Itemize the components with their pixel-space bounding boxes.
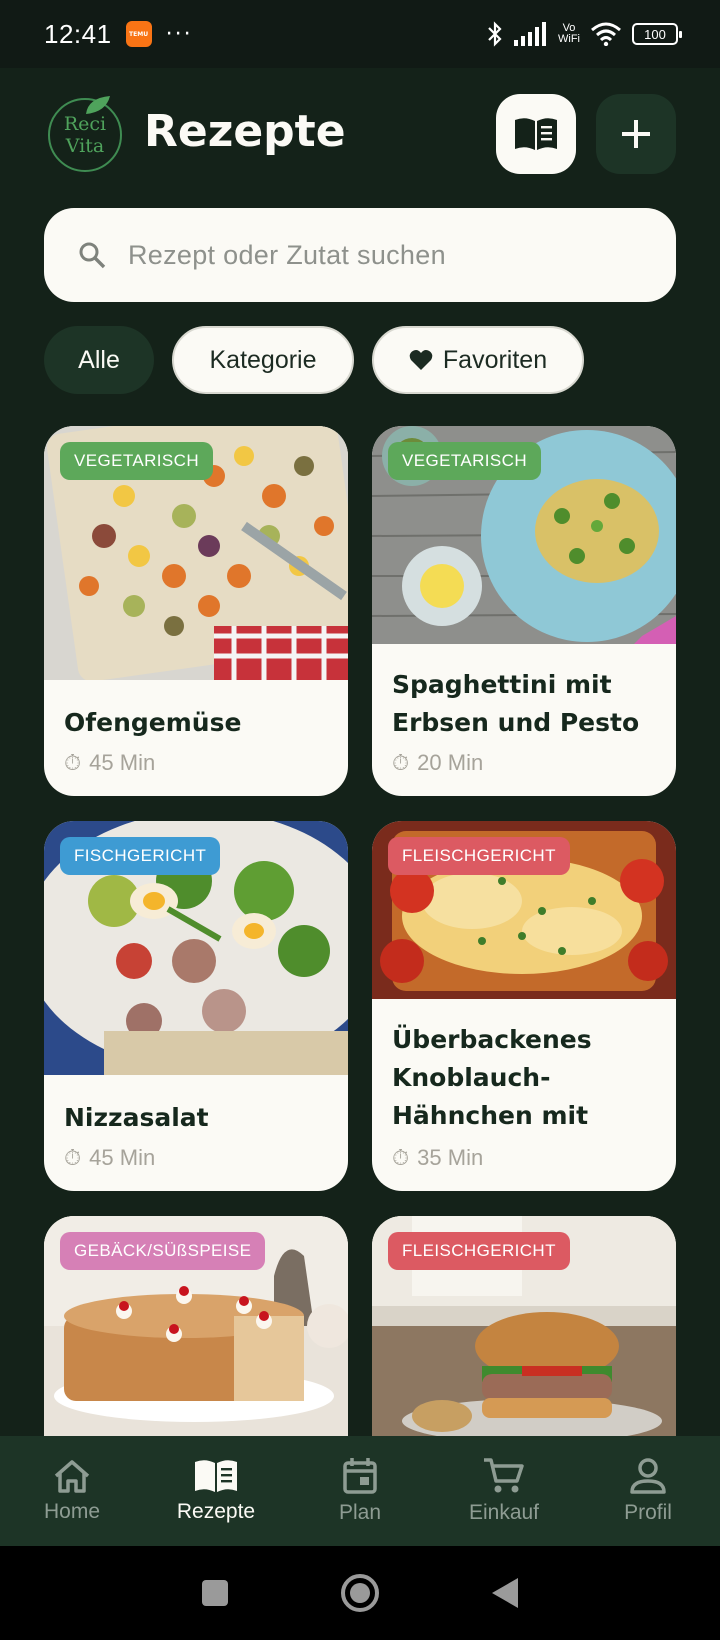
nav-home[interactable]: Home	[0, 1436, 144, 1546]
status-time: 12:41	[44, 18, 112, 49]
category-badge: VEGETARISCH	[60, 442, 213, 480]
nav-profile-label: Profil	[624, 1501, 672, 1524]
nav-plan-label: Plan	[338, 1501, 382, 1524]
app-header: Reci Vita Rezepte	[0, 68, 720, 202]
recipe-time: ⏱ 35 Min	[392, 1145, 483, 1171]
recipe-card[interactable]: FLEISCHGERICHT Überbackenes Knoblauch-Hä…	[372, 821, 676, 1191]
nav-plan[interactable]: Plan	[288, 1436, 432, 1546]
bluetooth-icon	[488, 21, 502, 47]
logo-line-2: Vita	[65, 135, 105, 157]
filter-category-chip[interactable]: Kategorie	[172, 326, 354, 394]
recipe-card[interactable]: GEBÄCK/SÜßSPEISE	[44, 1216, 348, 1436]
status-indicators: Vo WiFi 100	[486, 20, 682, 48]
nav-shopping[interactable]: Einkauf	[432, 1436, 576, 1546]
category-badge: FLEISCHGERICHT	[388, 1232, 570, 1270]
recipe-card[interactable]: VEGETARISCH Spaghettini mit Erbsen und P…	[372, 426, 676, 796]
recipe-grid: VEGETARISCH Ofengemüse ⏱ 45 Min VEGETARI…	[44, 426, 676, 1436]
status-bar: 12:41 TEMU ··· Vo WiFi 100	[0, 0, 720, 68]
recipe-title: Nizzasalat	[64, 1103, 209, 1132]
add-recipe-button[interactable]	[596, 94, 676, 174]
recipe-card[interactable]: FISCHGERICHT Nizzasalat ⏱ 45 Min	[44, 821, 348, 1191]
vowifi-indicator: Vo WiFi	[558, 22, 580, 45]
recipe-time: ⏱ 45 Min	[64, 750, 155, 776]
bottom-navigation: Home Rezepte Plan Einkauf Profil	[0, 1436, 720, 1546]
filter-favorites-label: Favoriten	[442, 345, 548, 374]
heart-icon	[409, 350, 433, 370]
recipe-card[interactable]: FLEISCHGERICHT	[372, 1216, 676, 1436]
recipe-card[interactable]: VEGETARISCH Ofengemüse ⏱ 45 Min	[44, 426, 348, 796]
home-button[interactable]	[340, 1573, 380, 1613]
recipe-time-label: 45 Min	[89, 1145, 156, 1170]
stopwatch-icon: ⏱	[392, 1145, 410, 1170]
search-bar[interactable]: Rezept oder Zutat suchen	[44, 208, 676, 302]
back-button[interactable]	[490, 1576, 520, 1610]
temu-app-icon: TEMU	[125, 21, 152, 47]
profile-icon	[630, 1458, 666, 1494]
search-icon	[79, 242, 106, 269]
plus-icon	[622, 120, 650, 148]
system-navigation-bar	[0, 1546, 720, 1640]
nav-profile[interactable]: Profil	[576, 1436, 720, 1546]
category-badge: FISCHGERICHT	[60, 837, 221, 875]
category-badge: FLEISCHGERICHT	[388, 837, 570, 875]
stopwatch-icon: ⏱	[64, 750, 82, 775]
category-badge: VEGETARISCH	[388, 442, 541, 480]
recents-button[interactable]	[200, 1578, 230, 1608]
cart-icon	[484, 1458, 524, 1493]
nav-recipes[interactable]: Rezepte	[144, 1436, 288, 1546]
battery-indicator: 100	[632, 23, 682, 45]
recipe-time-label: 35 Min	[417, 1145, 484, 1170]
page-title: Rezepte	[144, 106, 346, 157]
category-badge: GEBÄCK/SÜßSPEISE	[60, 1232, 266, 1270]
nav-home-label: Home	[43, 1500, 101, 1523]
home-icon	[54, 1460, 90, 1493]
stopwatch-icon: ⏱	[392, 750, 410, 775]
recipe-book-button[interactable]	[496, 94, 576, 174]
leaf-icon	[86, 96, 110, 114]
search-input[interactable]: Rezept oder Zutat suchen	[128, 240, 446, 271]
recipe-time-label: 45 Min	[89, 750, 156, 775]
nav-recipes-label: Rezepte	[176, 1500, 256, 1523]
more-notifications-icon: ···	[165, 21, 193, 47]
recipe-title: Überbackenes Knoblauch-Hähnchen mit Mo…	[392, 1025, 592, 1130]
signal-icon	[514, 22, 546, 46]
nav-shopping-label: Einkauf	[468, 1501, 540, 1524]
book-icon	[195, 1460, 237, 1492]
filter-chips: Alle Kategorie Favoriten	[44, 326, 584, 394]
recipe-title: Spaghettini mit Erbsen und Pesto	[392, 670, 640, 737]
stopwatch-icon: ⏱	[64, 1145, 82, 1170]
recipe-time: ⏱ 20 Min	[392, 750, 483, 776]
recipe-time-label: 20 Min	[417, 750, 484, 775]
recipe-title: Ofengemüse	[64, 708, 242, 737]
calendar-icon	[343, 1458, 377, 1494]
recipe-time: ⏱ 45 Min	[64, 1145, 155, 1171]
wifi-icon	[591, 22, 621, 46]
filter-all-chip[interactable]: Alle	[44, 326, 154, 394]
filter-favorites-chip[interactable]: Favoriten	[372, 326, 584, 394]
book-icon	[515, 118, 557, 150]
recivita-logo: Reci Vita	[48, 96, 122, 172]
